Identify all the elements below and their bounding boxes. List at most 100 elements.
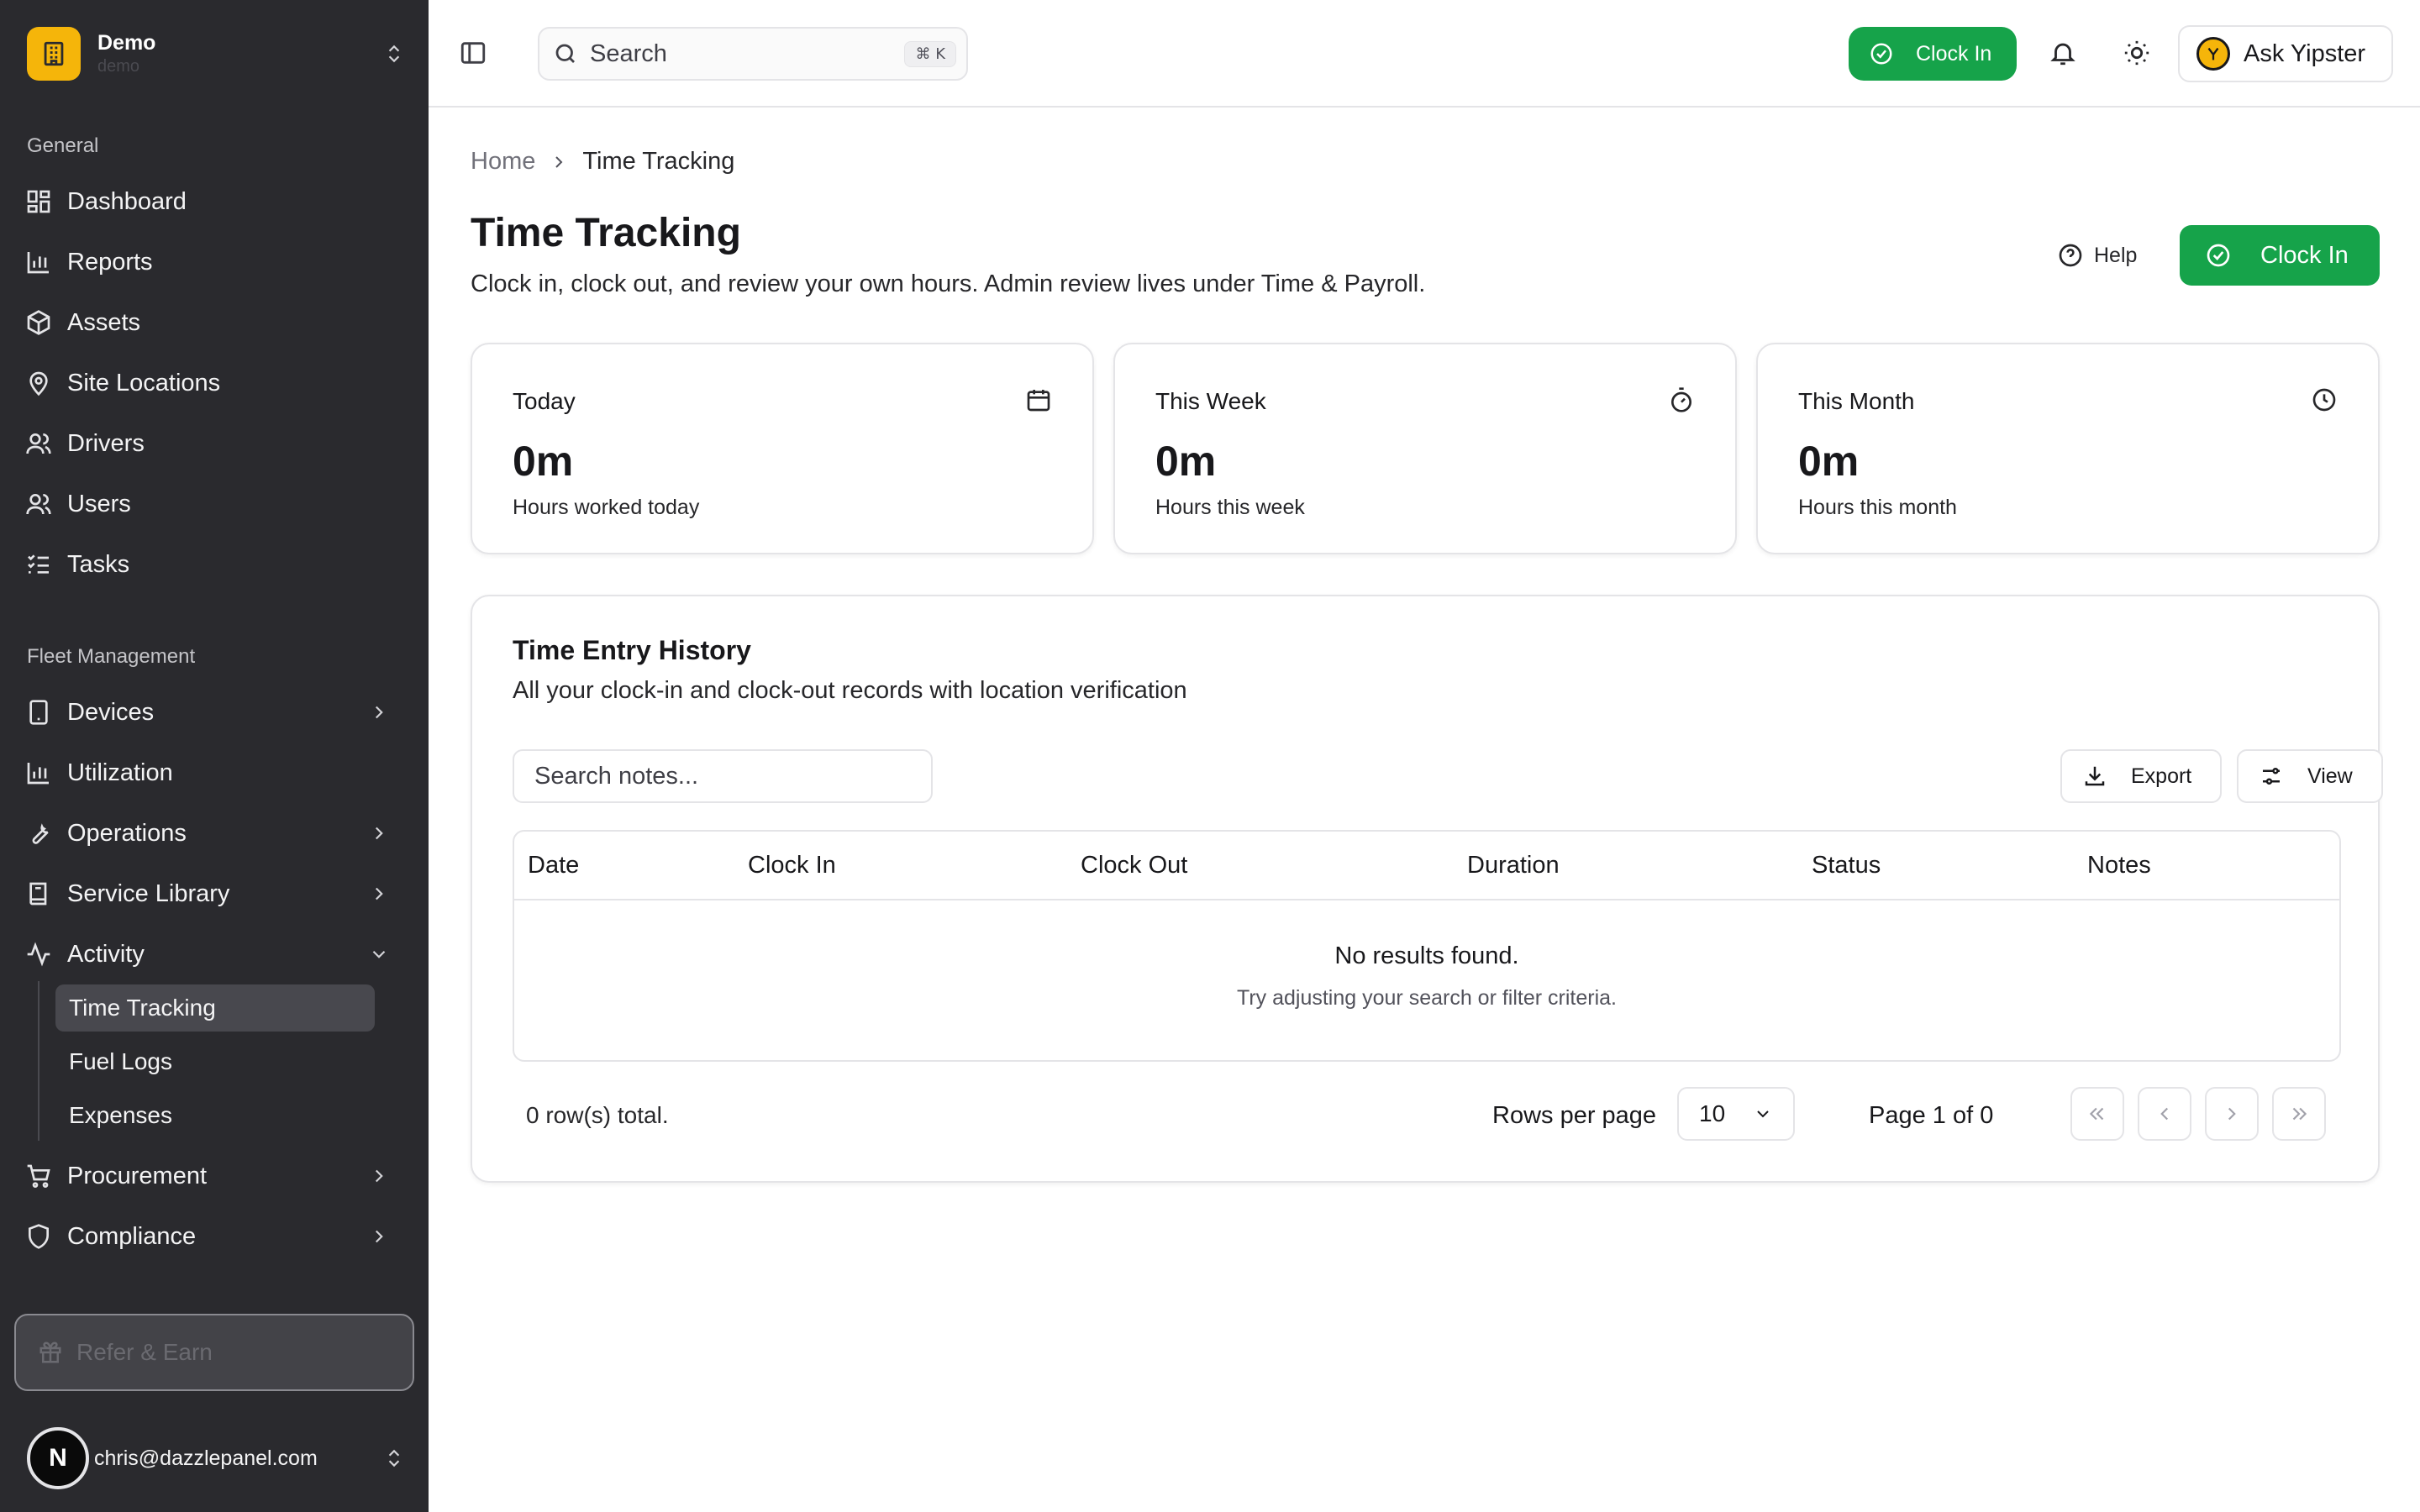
org-slug: demo — [97, 57, 140, 76]
export-button[interactable]: Export — [2060, 749, 2222, 803]
stat-label: Today — [513, 388, 576, 414]
notes-search-input[interactable] — [513, 749, 933, 803]
breadcrumb-home-link[interactable]: Home — [471, 148, 535, 176]
search-shortcut: ⌘ K — [904, 40, 956, 67]
history-description: All your clock-in and clock-out records … — [513, 677, 1187, 704]
sidebar-item-reports[interactable]: Reports — [25, 239, 405, 286]
sidebar-subitem-time-tracking[interactable]: Time Tracking — [55, 984, 375, 1032]
last-page-button[interactable] — [2272, 1087, 2326, 1141]
avatar: N — [27, 1427, 89, 1489]
help-label: Help — [2094, 243, 2138, 267]
refer-and-earn-button[interactable]: Refer & Earn — [14, 1314, 414, 1391]
org-name: Demo — [97, 31, 156, 55]
sidebar-item-assets[interactable]: Assets — [25, 299, 405, 346]
gift-icon — [38, 1340, 63, 1365]
column-header-status[interactable]: Status — [1812, 852, 1881, 879]
download-icon — [2082, 764, 2107, 789]
section-label-general: General — [27, 134, 99, 157]
sidebar-item-users[interactable]: Users — [25, 480, 405, 528]
submenu-rail — [38, 981, 39, 1141]
column-header-date[interactable]: Date — [528, 852, 579, 879]
shield-icon — [25, 1223, 52, 1250]
sidebar-item-label: Operations — [67, 819, 187, 847]
sidebar-item-drivers[interactable]: Drivers — [25, 420, 405, 467]
shopping-cart-icon — [25, 1163, 52, 1189]
sidebar-item-label: Dashboard — [67, 187, 187, 215]
sidebar-item-tasks[interactable]: Tasks — [25, 541, 405, 588]
ask-yipster-button[interactable]: Ask Yipster — [2178, 25, 2393, 82]
sidebar-item-label: Service Library — [67, 879, 230, 907]
rows-per-page-select[interactable]: 10 — [1677, 1087, 1795, 1141]
sidebar-item-operations[interactable]: Operations — [25, 810, 405, 857]
sidebar-item-site-locations[interactable]: Site Locations — [25, 360, 405, 407]
bar-chart-icon — [25, 249, 52, 276]
map-pin-icon — [25, 370, 52, 396]
view-options-button[interactable]: View — [2237, 749, 2383, 803]
check-circle-icon — [1869, 41, 1894, 66]
chevron-right-icon — [368, 883, 390, 905]
sidebar-item-utilization[interactable]: Utilization — [25, 749, 405, 796]
bell-icon[interactable] — [2049, 39, 2077, 67]
stat-value: 0m — [1798, 438, 1860, 485]
sidebar-item-procurement[interactable]: Procurement — [25, 1152, 405, 1200]
clock-in-button[interactable]: Clock In — [2180, 225, 2380, 286]
column-header-duration[interactable]: Duration — [1467, 852, 1560, 879]
stat-caption: Hours this month — [1798, 496, 1957, 519]
sidebar-item-devices[interactable]: Devices — [25, 689, 405, 736]
column-header-clock-in[interactable]: Clock In — [748, 852, 836, 879]
column-header-clock-out[interactable]: Clock Out — [1081, 852, 1187, 879]
ask-label: Ask Yipster — [2244, 39, 2366, 67]
rows-total: 0 row(s) total. — [526, 1102, 669, 1128]
time-entries-table: Date Clock In Clock Out Duration Status … — [513, 830, 2341, 1062]
user-menu[interactable]: N chris@dazzlepanel.com — [27, 1418, 405, 1499]
sliders-icon — [2259, 764, 2284, 789]
first-page-button[interactable] — [2070, 1087, 2124, 1141]
search-label: Search — [590, 39, 667, 67]
empty-state-subtitle: Try adjusting your search or filter crit… — [1236, 986, 1617, 1010]
sidebar-subitem-fuel-logs[interactable]: Fuel Logs — [55, 1038, 375, 1085]
sidebar-item-label: Procurement — [67, 1162, 208, 1189]
sidebar-item-dashboard[interactable]: Dashboard — [25, 178, 405, 225]
chevrons-up-down-icon — [383, 40, 405, 67]
sidebar-item-label: Compliance — [67, 1222, 197, 1250]
previous-page-button[interactable] — [2138, 1087, 2191, 1141]
yipster-logo-icon — [2196, 37, 2230, 71]
user-email: chris@dazzlepanel.com — [94, 1446, 318, 1470]
stat-caption: Hours worked today — [513, 496, 700, 519]
sidebar-item-label: Utilization — [67, 759, 173, 786]
topbar-clock-in-button[interactable]: Clock In — [1849, 27, 2017, 81]
time-entry-history-card: Time Entry History All your clock-in and… — [471, 595, 2383, 1183]
help-button[interactable]: Help — [2057, 237, 2137, 274]
package-icon — [25, 309, 52, 336]
sun-icon[interactable] — [2123, 39, 2151, 67]
next-page-button[interactable] — [2205, 1087, 2259, 1141]
page-title: Time Tracking — [471, 211, 741, 255]
chevron-right-icon — [2228, 1107, 2236, 1121]
sidebar-item-activity[interactable]: Activity — [25, 931, 405, 978]
users-icon — [25, 430, 52, 457]
refer-label: Refer & Earn — [76, 1339, 213, 1365]
table-header: Date Clock In Clock Out Duration Status … — [514, 832, 2339, 900]
stat-card-this-week: This Week 0m Hours this week — [1113, 343, 1737, 554]
search-icon — [553, 41, 578, 66]
stat-card-this-month: This Month 0m Hours this month — [1756, 343, 2380, 554]
sidebar-item-service-library[interactable]: Service Library — [25, 870, 405, 917]
stat-caption: Hours this week — [1155, 496, 1305, 519]
page-info: Page 1 of 0 — [1869, 1102, 1994, 1129]
column-header-notes[interactable]: Notes — [2087, 852, 2151, 879]
chevron-right-icon — [368, 701, 390, 723]
clock-icon — [2311, 386, 2338, 413]
timer-icon — [1668, 386, 1695, 413]
sidebar-toggle-icon[interactable] — [459, 39, 487, 67]
search-button[interactable]: Search ⌘ K — [538, 27, 968, 81]
stat-value: 0m — [1155, 438, 1217, 485]
sidebar-subitem-expenses[interactable]: Expenses — [55, 1092, 375, 1139]
view-label: View — [2307, 764, 2353, 788]
chevron-right-icon — [368, 1165, 390, 1187]
chevron-right-icon — [368, 822, 390, 844]
rows-per-page-label: Rows per page — [1492, 1102, 1657, 1129]
section-label-fleet: Fleet Management — [27, 645, 196, 668]
book-icon — [25, 880, 52, 907]
org-switcher[interactable]: Demo demo — [27, 25, 405, 82]
sidebar-item-compliance[interactable]: Compliance — [25, 1213, 405, 1260]
